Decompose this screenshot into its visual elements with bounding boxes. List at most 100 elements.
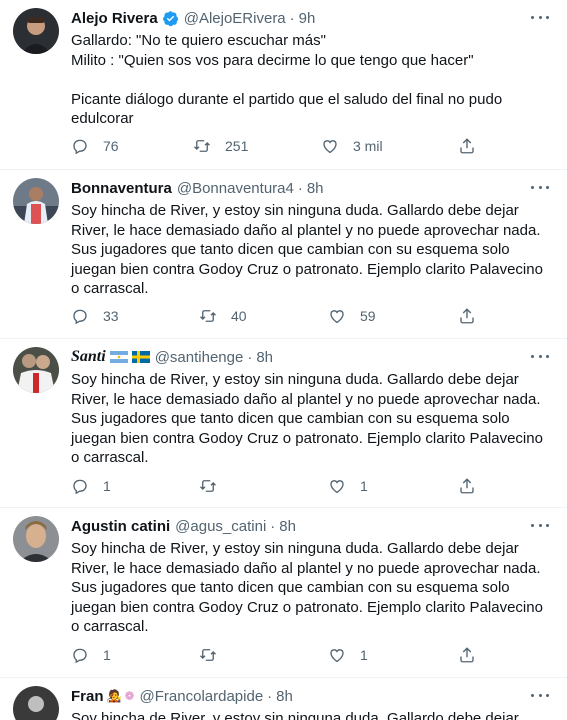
tweet-actions: 1 1 xyxy=(71,476,481,496)
tweet-text: Gallardo: "No te quiero escuchar más" Mi… xyxy=(71,31,551,129)
tweet-line: Soy hincha de River, y estoy sin ninguna… xyxy=(71,710,519,720)
user-handle[interactable]: @AlejoERivera xyxy=(184,10,286,27)
tweet-text: Soy hincha de River, y estoy sin ninguna… xyxy=(71,539,551,637)
tweet-actions: 33 40 59 xyxy=(71,306,481,326)
heart-icon xyxy=(323,140,337,154)
tweet-line: juegan bien contra Godoy Cruz o patronat… xyxy=(71,598,543,616)
tweet-line: Sus jugadores que tanto dicen que cambia… xyxy=(71,241,510,258)
tweet-line: Picante diálogo durante el partido que e… xyxy=(71,90,503,108)
tweet-actions: 1 1 xyxy=(71,645,481,665)
separator-dot: · xyxy=(247,348,253,366)
reply-icon xyxy=(73,648,87,664)
reply-button[interactable]: 1 xyxy=(71,645,111,665)
more-options-icon[interactable] xyxy=(531,349,549,363)
person-emoji-icon: 🧑‍🎤 xyxy=(106,689,122,703)
tweet-text: Soy hincha de River, y estoy sin ninguna… xyxy=(71,709,551,720)
separator-dot: · xyxy=(289,9,295,27)
tweet-line: Sus jugadores que tanto dicen que cambia… xyxy=(71,410,510,427)
verified-badge-icon xyxy=(162,10,178,26)
like-button[interactable]: 1 xyxy=(328,476,368,496)
like-count: 1 xyxy=(360,647,368,663)
timestamp[interactable]: 8h xyxy=(256,349,273,366)
timestamp[interactable]: 8h xyxy=(276,688,293,705)
share-icon xyxy=(460,647,474,663)
tweet-line: o carrascal. xyxy=(71,618,149,635)
retweet-icon xyxy=(200,480,216,492)
reply-button[interactable]: 76 xyxy=(71,136,119,156)
avatar[interactable] xyxy=(13,516,59,562)
share-button[interactable] xyxy=(458,476,476,496)
heart-icon xyxy=(330,649,344,663)
tweet[interactable]: Alejo Rivera @AlejoERivera · 9h Gallardo… xyxy=(0,0,567,170)
like-button[interactable]: 3 mil xyxy=(321,136,383,156)
heart-icon xyxy=(330,480,344,494)
tweet-actions: 76 251 3 mil xyxy=(71,136,481,156)
reply-count: 1 xyxy=(103,478,111,494)
user-handle[interactable]: @Francolardapide xyxy=(140,688,264,705)
like-count: 3 mil xyxy=(353,138,383,154)
more-options-icon[interactable] xyxy=(531,688,549,702)
tweet-line: juegan bien contra Godoy Cruz o patronat… xyxy=(71,260,543,278)
tweet-line: juegan bien contra Godoy Cruz o patronat… xyxy=(71,429,543,447)
user-handle[interactable]: @agus_catini xyxy=(175,518,266,535)
reply-count: 33 xyxy=(103,308,119,324)
timestamp[interactable]: 9h xyxy=(299,10,316,27)
sweden-flag-icon xyxy=(131,351,150,363)
reply-button[interactable]: 1 xyxy=(71,476,111,496)
tweet-line: edulcorar xyxy=(71,110,134,127)
tweet[interactable]: Agustin catini @agus_catini · 8h Soy hin… xyxy=(0,508,567,678)
retweet-icon xyxy=(200,310,216,322)
avatar[interactable] xyxy=(13,178,59,224)
retweet-button[interactable]: 251 xyxy=(193,136,248,156)
retweet-icon xyxy=(200,649,216,661)
user-handle[interactable]: @santihenge xyxy=(155,349,244,366)
retweet-button[interactable] xyxy=(199,645,217,665)
timestamp[interactable]: 8h xyxy=(307,180,324,197)
like-button[interactable]: 59 xyxy=(328,306,376,326)
reply-count: 1 xyxy=(103,647,111,663)
like-button[interactable]: 1 xyxy=(328,645,368,665)
reply-count: 76 xyxy=(103,138,119,154)
tweet-text: Soy hincha de River, y estoy sin ninguna… xyxy=(71,201,551,299)
separator-dot: · xyxy=(270,517,276,535)
tweet[interactable]: Fran 🧑‍🎤 ❁ @Francolardapide · 8h Soy hin… xyxy=(0,678,567,720)
flower-emoji-icon: ❁ xyxy=(124,689,135,703)
more-options-icon[interactable] xyxy=(531,518,549,532)
argentina-flag-icon xyxy=(109,351,128,363)
display-name[interactable]: Bonnaventura xyxy=(71,180,172,197)
share-icon xyxy=(460,308,474,324)
reply-button[interactable]: 33 xyxy=(71,306,119,326)
more-options-icon[interactable] xyxy=(531,10,549,24)
avatar[interactable] xyxy=(13,347,59,393)
share-button[interactable] xyxy=(458,645,476,665)
share-icon xyxy=(460,138,474,154)
tweet-line: River, le hace demasiado daño al plantel… xyxy=(71,559,541,577)
tweet-text: Soy hincha de River, y estoy sin ninguna… xyxy=(71,370,551,468)
share-icon xyxy=(460,478,474,494)
more-options-icon[interactable] xyxy=(531,180,549,194)
display-name[interactable]: Fran xyxy=(71,688,104,705)
tweet-line: Soy hincha de River, y estoy sin ninguna… xyxy=(71,540,519,557)
reply-icon xyxy=(73,309,87,325)
reply-icon xyxy=(73,479,87,495)
user-handle[interactable]: @Bonnaventura4 xyxy=(177,180,294,197)
display-name[interactable]: Agustin catini xyxy=(71,518,170,535)
tweet-line: Soy hincha de River, y estoy sin ninguna… xyxy=(71,371,519,388)
retweet-button[interactable] xyxy=(199,476,217,496)
share-button[interactable] xyxy=(458,136,476,156)
reply-icon xyxy=(73,139,87,155)
tweet[interactable]: Santi @santihenge · 8h Soy hincha de Riv… xyxy=(0,339,567,508)
tweet[interactable]: Bonnaventura @Bonnaventura4 · 8h Soy hin… xyxy=(0,170,567,339)
tweet-line: River, le hace demasiado daño al plantel… xyxy=(71,221,541,239)
tweet-line: River, le hace demasiado daño al plantel… xyxy=(71,390,541,408)
avatar[interactable] xyxy=(13,686,59,720)
display-name[interactable]: Santi xyxy=(71,348,106,366)
avatar[interactable] xyxy=(13,8,59,54)
share-button[interactable] xyxy=(458,306,476,326)
timestamp[interactable]: 8h xyxy=(279,518,296,535)
retweet-button[interactable]: 40 xyxy=(199,306,247,326)
separator-dot: · xyxy=(297,179,303,197)
display-name[interactable]: Alejo Rivera xyxy=(71,10,158,27)
like-count: 1 xyxy=(360,478,368,494)
tweet-line: Soy hincha de River, y estoy sin ninguna… xyxy=(71,202,519,219)
